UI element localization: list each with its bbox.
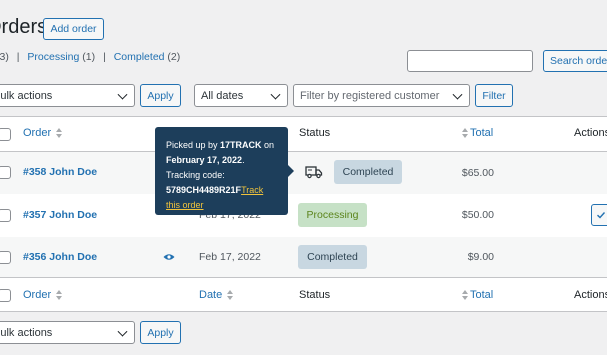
sort-arrows-icon xyxy=(56,128,63,139)
column-order-label: Order xyxy=(23,289,52,301)
order-date: Feb 17, 2022 xyxy=(199,251,261,263)
tracking-tooltip: Picked up by 17TRACK on February 17, 202… xyxy=(155,127,294,215)
table-row[interactable]: #357 John Doe Feb 17, 2022 Processing $5… xyxy=(0,194,607,237)
column-order-label: Order xyxy=(23,127,52,139)
column-header-status: Status xyxy=(299,127,331,139)
track-order-link[interactable]: Track xyxy=(241,185,263,195)
apply-button-bottom[interactable]: Apply xyxy=(140,321,181,344)
tooltip-line-4: 5789CH4489R21FTrack xyxy=(166,183,277,198)
order-link[interactable]: #357 John Doe xyxy=(23,209,97,221)
select-all-checkbox[interactable] xyxy=(0,128,11,141)
status-filter-completed-count: (2) xyxy=(167,51,181,63)
order-total: $65.00 xyxy=(461,167,494,179)
order-link[interactable]: #356 John Doe xyxy=(23,251,97,263)
row-checkbox[interactable] xyxy=(0,166,11,179)
bulk-actions-select-bottom[interactable]: Bulk actions xyxy=(0,321,135,344)
row-checkbox[interactable] xyxy=(0,209,11,222)
bulk-actions-value: Bulk actions xyxy=(0,326,53,339)
checkmark-icon xyxy=(597,212,606,219)
column-header-total[interactable]: Total xyxy=(462,127,493,139)
dates-value: All dates xyxy=(201,89,244,102)
status-filters: (3) | Processing (1) | Completed (2) xyxy=(0,51,180,63)
filter-button[interactable]: Filter xyxy=(475,84,513,107)
status-filter-separator: | xyxy=(103,51,106,63)
column-header-order[interactable]: Order xyxy=(23,127,63,139)
status-filter-processing-count: (1) xyxy=(82,51,96,63)
sort-arrows-icon xyxy=(227,290,234,301)
column-footer-total[interactable]: Total xyxy=(462,289,493,301)
customer-filter-select[interactable]: Filter by registered customer xyxy=(293,84,470,107)
tooltip-line-1: Picked up by 17TRACK on xyxy=(166,140,275,150)
track-order-link-continued[interactable]: this order xyxy=(166,200,204,210)
order-total: $9.00 xyxy=(467,251,494,263)
sort-arrows-icon xyxy=(56,290,63,301)
column-total-label: Total xyxy=(470,289,494,301)
tooltip-tracking-label: Tracking code: xyxy=(166,170,225,180)
row-checkbox[interactable] xyxy=(0,251,11,264)
status-badge: Completed xyxy=(334,160,402,184)
tooltip-tracking-code: 5789CH4489R21F xyxy=(166,185,242,195)
table-row[interactable]: #356 John Doe Feb 17, 2022 Completed $9.… xyxy=(0,237,607,278)
page-title: Orders xyxy=(0,16,48,38)
eye-icon[interactable] xyxy=(163,253,175,261)
chevron-down-icon xyxy=(117,326,128,337)
status-filter-completed[interactable]: Completed xyxy=(114,51,165,63)
status-filter-all-count[interactable]: (3) xyxy=(0,51,9,63)
status-badge: Processing xyxy=(298,203,367,227)
add-order-button[interactable]: Add order xyxy=(43,18,104,40)
delivery-truck-icon[interactable] xyxy=(305,165,323,179)
dates-select[interactable]: All dates xyxy=(194,84,288,107)
chevron-down-icon xyxy=(452,89,463,100)
column-footer-order[interactable]: Order xyxy=(23,289,63,301)
select-all-checkbox[interactable] xyxy=(0,289,11,302)
search-input[interactable] xyxy=(407,50,533,72)
table-row[interactable]: #358 John Doe Completed $65.00 xyxy=(0,152,607,194)
chevron-down-icon xyxy=(270,89,281,100)
tooltip-date: February 17, 2022 xyxy=(166,155,243,165)
bulk-actions-value: Bulk actions xyxy=(0,89,53,102)
chevron-down-icon xyxy=(117,89,128,100)
search-orders-button[interactable]: Search orders xyxy=(543,50,607,72)
status-filter-separator: | xyxy=(16,51,20,63)
table-header: Order Status Total Actions xyxy=(0,117,607,152)
status-badge: Completed xyxy=(298,245,367,269)
column-total-label: Total xyxy=(470,127,494,139)
orders-table: Order Status Total Actions #358 John Doe… xyxy=(0,116,607,312)
customer-filter-placeholder: Filter by registered customer xyxy=(300,89,440,102)
order-total: $50.00 xyxy=(461,209,494,221)
tooltip-line-5: this order xyxy=(166,198,277,213)
order-link[interactable]: #358 John Doe xyxy=(23,166,97,178)
apply-button-top[interactable]: Apply xyxy=(140,84,181,107)
bulk-actions-select-top[interactable]: Bulk actions xyxy=(0,84,135,107)
table-footer: Order Date Status Total Actions xyxy=(0,278,607,313)
complete-action-button[interactable] xyxy=(591,204,607,226)
column-footer-date[interactable]: Date xyxy=(199,289,234,301)
column-footer-actions: Actions xyxy=(574,289,607,301)
column-header-actions: Actions xyxy=(574,127,607,139)
status-filter-processing[interactable]: Processing xyxy=(27,51,79,63)
column-date-label: Date xyxy=(199,289,223,301)
sort-arrows-icon xyxy=(462,128,468,139)
sort-arrows-icon xyxy=(462,290,468,301)
column-footer-status: Status xyxy=(299,289,331,301)
tooltip-line-2: February 17, 2022. xyxy=(166,155,245,165)
tooltip-carrier: 17TRACK xyxy=(220,140,262,150)
